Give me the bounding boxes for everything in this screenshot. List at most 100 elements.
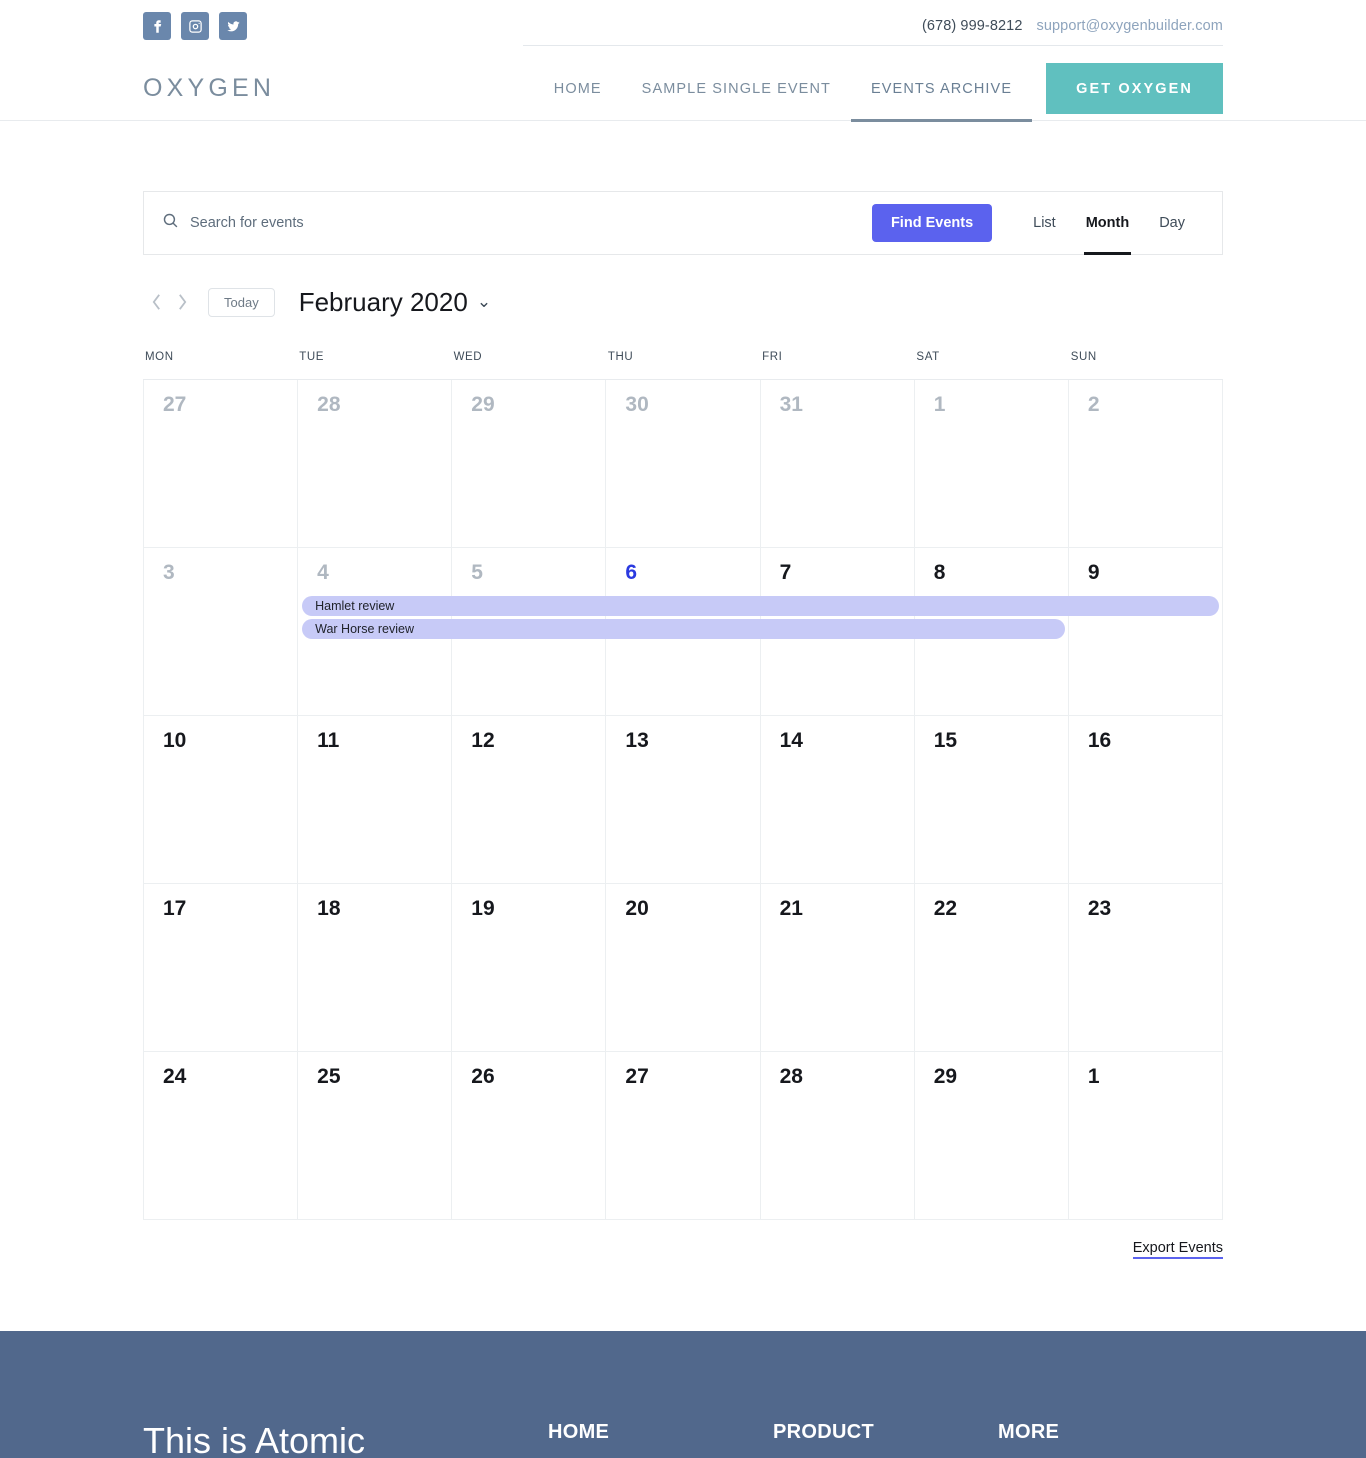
calendar-day-cell[interactable]: 31 <box>761 380 915 547</box>
day-number: 28 <box>317 393 341 416</box>
day-number: 15 <box>933 729 958 752</box>
calendar-week-row: 24 25 26 27 28 29 1 <box>144 1052 1223 1220</box>
month-title-label: February 2020 <box>298 286 468 317</box>
weekday-mon: MON <box>145 351 174 363</box>
calendar-day-cell[interactable]: 23 <box>1069 884 1223 1051</box>
calendar-day-cell[interactable]: 3 <box>144 548 299 715</box>
previous-month-button[interactable] <box>143 285 169 319</box>
calendar-day-cell[interactable]: 2 <box>1069 380 1223 547</box>
calendar-day-cell[interactable]: 10 <box>144 716 299 883</box>
date-navigation: Today February 2020 ⌄ <box>143 277 1223 327</box>
calendar-day-cell[interactable]: 11 <box>298 716 453 883</box>
day-number: 19 <box>471 897 495 920</box>
calendar-day-cell[interactable]: 30 <box>606 380 761 547</box>
footer-heading-product: PRODUCT <box>773 1421 874 1443</box>
next-month-button[interactable] <box>169 285 195 319</box>
calendar-day-cell[interactable]: 13 <box>606 716 761 883</box>
export-events-link[interactable]: Export Events <box>1132 1240 1223 1259</box>
calendar-grid: 27 28 29 30 31 1 2 3 4 5 6 7 8 9 Hamlet review War Hors… <box>143 380 1223 1220</box>
calendar-event-bar[interactable]: War Horse review <box>302 619 1065 639</box>
calendar-day-cell[interactable]: 1 <box>915 380 1069 547</box>
day-number: 20 <box>625 897 649 920</box>
footer-column-home: HOME <box>548 1421 773 1444</box>
weekday-tue: TUE <box>299 351 325 363</box>
calendar-day-cell[interactable]: 28 <box>298 380 453 547</box>
day-number: 9 <box>1087 561 1100 584</box>
calendar-day-cell[interactable]: 20 <box>606 884 761 1051</box>
instagram-icon[interactable] <box>181 12 209 40</box>
month-title-dropdown[interactable]: February 2020 ⌄ <box>299 287 491 318</box>
day-number: 25 <box>317 1065 341 1088</box>
view-tab-list[interactable]: List <box>1018 191 1071 255</box>
day-number: 30 <box>625 393 649 416</box>
support-email[interactable]: support@oxygenbuilder.com <box>1037 18 1224 34</box>
calendar-day-cell[interactable]: 29 <box>915 1052 1069 1219</box>
calendar-day-cell[interactable]: 14 <box>761 716 915 883</box>
calendar-day-cell[interactable]: 21 <box>761 884 915 1051</box>
view-tab-month[interactable]: Month <box>1071 191 1144 255</box>
social-links <box>143 0 247 40</box>
day-number: 24 <box>163 1065 187 1088</box>
footer-heading-home: HOME <box>548 1421 610 1443</box>
weekday-fri: FRI <box>762 351 783 363</box>
weekday-thu: THU <box>607 351 634 363</box>
search-input[interactable] <box>190 215 610 231</box>
nav-item-events-archive[interactable]: EVENTS ARCHIVE <box>851 57 1033 122</box>
calendar-day-cell[interactable]: 19 <box>452 884 607 1051</box>
day-number: 18 <box>317 897 341 920</box>
site-footer: This is Atomic HOME PRODUCT MORE <box>0 1331 1366 1458</box>
calendar-day-cell[interactable]: 25 <box>298 1052 453 1219</box>
day-number: 27 <box>163 393 187 416</box>
weekday-wed: WED <box>453 351 483 363</box>
search-icon <box>162 212 179 234</box>
today-button[interactable]: Today <box>208 287 275 317</box>
day-number: 12 <box>471 729 495 752</box>
day-number: 1 <box>933 393 946 416</box>
get-oxygen-button[interactable]: GET OXYGEN <box>1046 63 1223 114</box>
site-logo[interactable]: OXYGEN <box>143 74 275 103</box>
footer-column-product: PRODUCT <box>773 1421 998 1444</box>
calendar-event-bar[interactable]: Hamlet review <box>302 596 1219 616</box>
twitter-icon[interactable] <box>219 12 247 40</box>
day-number: 29 <box>471 393 495 416</box>
nav-item-sample-single-event[interactable]: SAMPLE SINGLE EVENT <box>622 57 851 121</box>
contact-info: (678) 999-8212 support@oxygenbuilder.com <box>523 0 1224 46</box>
day-number: 27 <box>625 1065 649 1088</box>
calendar-day-cell[interactable]: 29 <box>452 380 607 547</box>
calendar-day-cell[interactable]: 16 <box>1069 716 1223 883</box>
calendar-day-cell[interactable]: 28 <box>761 1052 915 1219</box>
search-wrap <box>162 212 872 234</box>
nav-links: HOME SAMPLE SINGLE EVENT EVENTS ARCHIVE … <box>534 57 1223 122</box>
calendar-week-row: 10 11 12 13 14 15 16 <box>144 716 1223 884</box>
calendar-day-cell[interactable]: 17 <box>144 884 299 1051</box>
month-calendar: MON TUE WED THU FRI SAT SUN 27 28 29 30 31 1 2… <box>143 351 1223 1220</box>
calendar-day-cell[interactable]: 9 <box>1069 548 1223 715</box>
day-number: 21 <box>779 897 803 920</box>
find-events-button[interactable]: Find Events <box>871 204 993 242</box>
phone-number[interactable]: (678) 999-8212 <box>922 18 1023 34</box>
day-number: 5 <box>471 561 483 584</box>
day-number: 16 <box>1087 729 1112 752</box>
calendar-day-cell[interactable]: 27 <box>144 380 299 547</box>
day-number: 17 <box>163 897 187 920</box>
calendar-week-row: 17 18 19 20 21 22 23 <box>144 884 1223 1052</box>
calendar-day-cell[interactable]: 12 <box>452 716 607 883</box>
day-number: 3 <box>163 561 175 584</box>
calendar-day-cell[interactable]: 15 <box>915 716 1069 883</box>
calendar-day-cell[interactable]: 27 <box>606 1052 761 1219</box>
nav-item-home[interactable]: HOME <box>534 57 622 121</box>
day-number: 22 <box>933 897 958 920</box>
calendar-day-cell[interactable]: 24 <box>144 1052 299 1219</box>
day-number: 26 <box>471 1065 495 1088</box>
top-bar: (678) 999-8212 support@oxygenbuilder.com <box>0 0 1366 57</box>
calendar-day-cell[interactable]: 22 <box>915 884 1069 1051</box>
facebook-icon[interactable] <box>143 12 171 40</box>
calendar-day-cell[interactable]: 26 <box>452 1052 607 1219</box>
day-number: 14 <box>779 729 803 752</box>
calendar-day-cell[interactable]: 1 <box>1069 1052 1223 1219</box>
main-navigation: OXYGEN HOME SAMPLE SINGLE EVENT EVENTS A… <box>0 57 1366 122</box>
day-number: 11 <box>317 729 340 752</box>
view-tab-day[interactable]: Day <box>1144 191 1200 255</box>
calendar-day-cell[interactable]: 18 <box>298 884 453 1051</box>
weekday-sun: SUN <box>1070 351 1097 363</box>
